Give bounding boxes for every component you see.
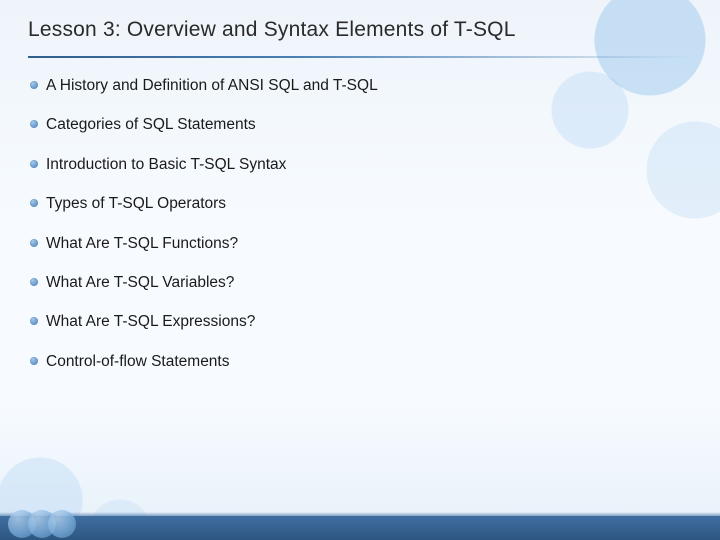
list-item: Introduction to Basic T-SQL Syntax	[30, 155, 690, 174]
bullet-icon	[30, 357, 38, 365]
list-item-text: What Are T-SQL Functions?	[46, 234, 238, 253]
bullet-icon	[30, 160, 38, 168]
list-item: Types of T-SQL Operators	[30, 194, 690, 213]
list-item: Categories of SQL Statements	[30, 115, 690, 134]
slide-title: Lesson 3: Overview and Syntax Elements o…	[28, 18, 692, 42]
list-item: What Are T-SQL Functions?	[30, 234, 690, 253]
footer-decoration	[8, 510, 76, 538]
list-item-text: A History and Definition of ANSI SQL and…	[46, 76, 378, 95]
list-item: A History and Definition of ANSI SQL and…	[30, 76, 690, 95]
list-item-text: Types of T-SQL Operators	[46, 194, 226, 213]
footer-bar	[0, 516, 720, 540]
title-region: Lesson 3: Overview and Syntax Elements o…	[0, 0, 720, 50]
list-item: What Are T-SQL Variables?	[30, 273, 690, 292]
list-item-text: Control-of-flow Statements	[46, 352, 230, 371]
orb-icon	[48, 510, 76, 538]
bullet-list: A History and Definition of ANSI SQL and…	[0, 58, 720, 371]
bullet-icon	[30, 120, 38, 128]
bullet-icon	[30, 278, 38, 286]
bullet-icon	[30, 317, 38, 325]
bullet-icon	[30, 239, 38, 247]
list-item-text: What Are T-SQL Variables?	[46, 273, 234, 292]
list-item: Control-of-flow Statements	[30, 352, 690, 371]
list-item-text: What Are T-SQL Expressions?	[46, 312, 255, 331]
bullet-icon	[30, 81, 38, 89]
list-item-text: Introduction to Basic T-SQL Syntax	[46, 155, 286, 174]
list-item-text: Categories of SQL Statements	[46, 115, 256, 134]
bullet-icon	[30, 199, 38, 207]
list-item: What Are T-SQL Expressions?	[30, 312, 690, 331]
